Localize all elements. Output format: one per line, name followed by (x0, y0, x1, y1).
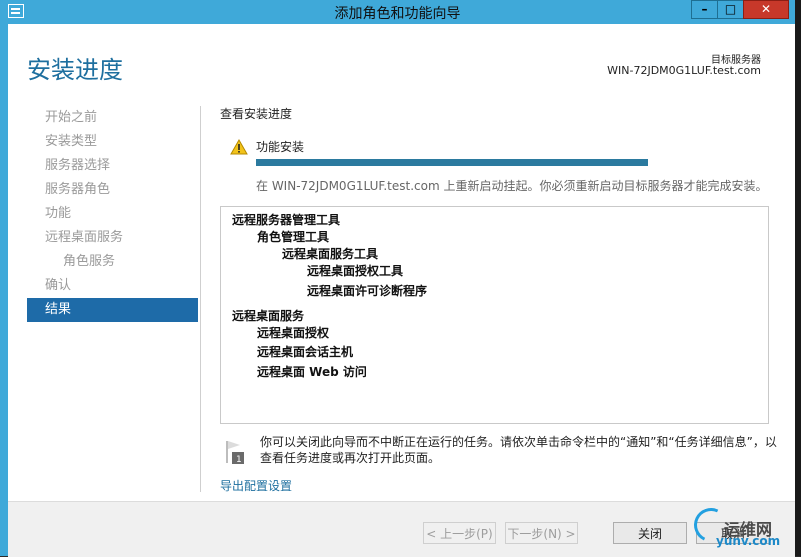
export-configuration-link[interactable]: 导出配置设置 (220, 477, 292, 494)
result-item: 远程服务器管理工具 (232, 213, 341, 227)
nav-item-role-services[interactable]: 角色服务 (27, 250, 198, 274)
nav-item-installation-type[interactable]: 安装类型 (27, 130, 198, 154)
background-edge (795, 0, 801, 556)
result-item: 远程桌面授权工具 (307, 264, 404, 278)
result-item: 远程桌面 Web 访问 (257, 365, 367, 379)
nav-item-confirmation[interactable]: 确认 (27, 274, 198, 298)
install-progress-fill (256, 159, 648, 166)
nav-item-features[interactable]: 功能 (27, 202, 198, 226)
destination-server-name: WIN-72JDM0G1LUF.test.com (607, 64, 761, 77)
warning-icon (230, 139, 248, 155)
nav-item-remote-desktop-services[interactable]: 远程桌面服务 (27, 226, 198, 250)
feature-install-label: 功能安装 (256, 140, 305, 154)
close-window-button[interactable]: ✕ (743, 0, 789, 19)
page-title: 安装进度 (27, 56, 123, 84)
nav-item-server-selection[interactable]: 服务器选择 (27, 154, 198, 178)
title-bar[interactable]: 添加角色和功能向导 – □ ✕ (0, 0, 795, 24)
result-item: 角色管理工具 (257, 230, 330, 244)
wizard-close-note: 你可以关闭此向导而不中断正在运行的任务。请依次单击命令栏中的“通知”和“任务详细… (260, 435, 777, 465)
restart-pending-message: 在 WIN-72JDM0G1LUF.test.com 上重新启动挂起。你必须重新… (256, 179, 768, 193)
nav-item-server-roles[interactable]: 服务器角色 (27, 178, 198, 202)
wizard-nav: 开始之前 安装类型 服务器选择 服务器角色 功能 远程桌面服务 角色服务 确认 … (27, 106, 198, 322)
wizard-footer: < 上一步(P) 下一步(N) > 关闭 取消 (8, 501, 795, 557)
minimize-button[interactable]: – (691, 0, 718, 19)
result-item: 远程桌面服务 (232, 309, 305, 323)
result-item: 远程桌面会话主机 (257, 345, 354, 359)
result-item: 远程桌面服务工具 (282, 247, 379, 261)
section-title: 查看安装进度 (220, 107, 293, 121)
nav-item-results[interactable]: 结果 (27, 298, 198, 322)
installation-results-list[interactable]: 远程服务器管理工具 角色管理工具 远程桌面服务工具 远程桌面授权工具 远程桌面许… (220, 206, 769, 424)
notification-flag-icon: 1 (226, 441, 244, 465)
wizard-window: 添加角色和功能向导 – □ ✕ 安装进度 目标服务器 WIN-72JDM0G1L… (0, 0, 795, 557)
wizard-body: 安装进度 目标服务器 WIN-72JDM0G1LUF.test.com 开始之前… (8, 24, 795, 557)
nav-divider (200, 106, 201, 492)
close-button[interactable]: 关闭 (613, 522, 687, 544)
next-button[interactable]: 下一步(N) > (505, 522, 578, 544)
site-watermark: 运维网 yunv.com (688, 503, 796, 552)
watermark-url: yunv.com (716, 534, 781, 548)
install-progress-bar (256, 159, 648, 166)
previous-button[interactable]: < 上一步(P) (423, 522, 496, 544)
svg-text:1: 1 (236, 455, 242, 465)
nav-item-before-you-begin[interactable]: 开始之前 (27, 106, 198, 130)
result-item: 远程桌面许可诊断程序 (307, 284, 428, 298)
window-title: 添加角色和功能向导 (334, 6, 461, 22)
maximize-button[interactable]: □ (717, 0, 744, 19)
result-item: 远程桌面授权 (257, 326, 330, 340)
